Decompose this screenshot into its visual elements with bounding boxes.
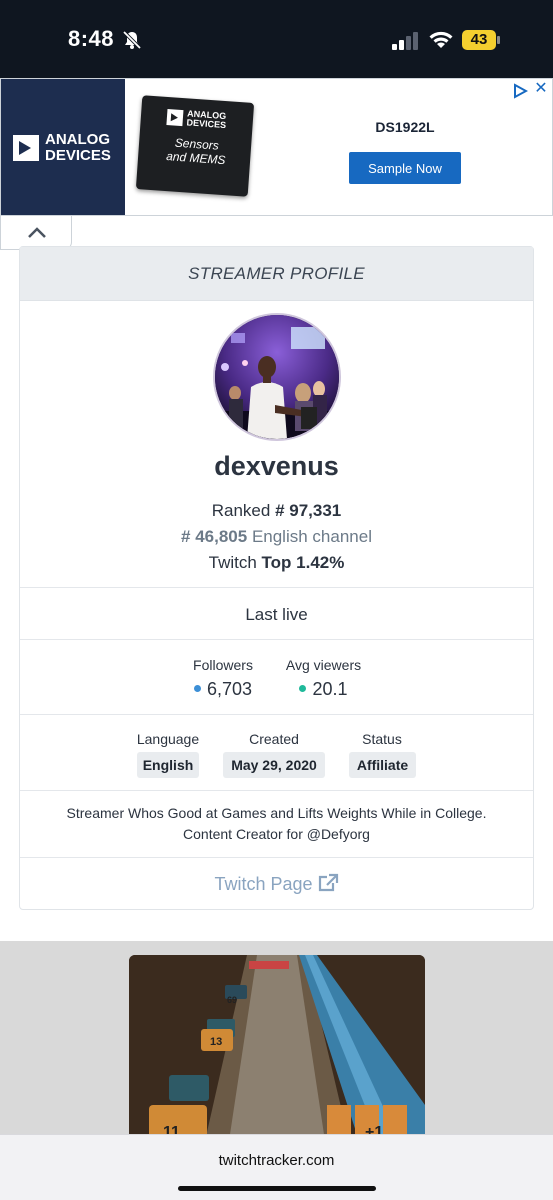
bio-line-1: Streamer Whos Good at Games and Lifts We… (66, 805, 487, 821)
cellular-signal-icon (392, 32, 418, 50)
twitch-top-value: Top 1.42% (261, 553, 345, 572)
home-indicator[interactable] (178, 1186, 376, 1191)
chip-tagline: Sensors and MEMS (165, 135, 227, 168)
status-time: 8:48 (68, 26, 115, 51)
divider (20, 714, 533, 715)
ad-brand-logo-text: ANALOG DEVICES (45, 132, 111, 164)
divider (20, 639, 533, 640)
avg-viewers-value: 20.1 (312, 679, 348, 699)
ad-chip-image: ANALOG DEVICES Sensors and MEMS (135, 95, 255, 197)
chip-tagline-line2: and MEMS (165, 149, 226, 168)
ad-banner[interactable]: ANALOG DEVICES ANALOG DEVICES Sensors an… (0, 78, 553, 216)
last-live: Last live (245, 605, 308, 624)
created-badge: May 29, 2020 (223, 752, 325, 778)
ad-brand-line2: DEVICES (45, 147, 111, 164)
streamer-username: dexvenus (214, 451, 339, 481)
ad-close-icon[interactable]: ✕ (533, 81, 549, 97)
status-label: Status (362, 731, 402, 747)
status-bar: 8:48 43 (0, 0, 553, 78)
twitch-page-link[interactable]: Twitch Page (20, 874, 533, 895)
chevron-up-icon (28, 227, 46, 238)
game-ad-video[interactable]: 69 13 11 +1 (129, 955, 425, 1141)
twitch-top-label: Twitch (208, 553, 257, 572)
ranked-value: # 97,331 (275, 501, 342, 520)
ranked-label: Ranked (211, 501, 271, 520)
card-header-title: STREAMER PROFILE (188, 264, 365, 283)
streamer-profile-card: STREAMER PROFILE dexvenus Ranked # 97,33… (19, 246, 534, 910)
language-label: Language (136, 731, 200, 747)
avatar (213, 313, 341, 441)
url-text[interactable]: twitchtracker.com (0, 1152, 553, 1169)
followers-stat: 6,703 (180, 679, 266, 700)
lower-ad-area: 69 13 11 +1 (0, 941, 553, 1141)
overall-rank: Ranked # 97,331 (20, 501, 533, 521)
game-number-1: 69 (227, 995, 237, 1005)
language-rank-value: # 46,805 (181, 527, 248, 546)
browser-address-bar[interactable]: twitchtracker.com (0, 1134, 553, 1200)
game-ad-scene: 69 13 11 +1 (129, 955, 425, 1141)
sample-now-button[interactable]: Sample Now (349, 152, 461, 184)
language-badge: English (137, 752, 199, 778)
followers-value: 6,703 (206, 679, 253, 699)
ad-brand-line1: ANALOG (45, 131, 110, 148)
silent-mode-icon (122, 30, 142, 50)
divider (20, 857, 533, 858)
status-badge: Affiliate (349, 752, 416, 778)
divider (20, 790, 533, 791)
ad-logo-panel: ANALOG DEVICES (1, 79, 125, 215)
followers-label: Followers (193, 657, 253, 673)
wifi-icon (429, 31, 453, 48)
language-rank: # 46,805 English channel (20, 527, 533, 547)
game-number-2: 13 (210, 1036, 222, 1048)
battery-indicator: 43 (462, 30, 502, 50)
streamer-bio: Streamer Whos Good at Games and Lifts We… (40, 803, 513, 845)
ad-collapse-button[interactable] (0, 216, 72, 250)
created-label: Created (249, 731, 299, 747)
adchoices-icon[interactable] (512, 83, 528, 99)
chip-brand-line2: DEVICES (186, 117, 227, 131)
divider (20, 587, 533, 588)
bio-line-2: Content Creator for @Defyorg (183, 826, 370, 842)
language-rank-label: English channel (251, 527, 372, 546)
avatar-photo (215, 315, 339, 439)
external-link-icon (318, 874, 338, 892)
avg-viewers-dot-icon (299, 684, 307, 692)
chip-logo-icon (166, 108, 184, 127)
chip-brand: ANALOG DEVICES (186, 108, 227, 131)
avg-viewers-stat: 20.1 (276, 679, 371, 700)
ad-product-name: DS1922L (375, 119, 435, 135)
battery-level: 43 (470, 31, 488, 48)
twitch-page-label[interactable]: Twitch Page (214, 874, 312, 894)
card-header: STREAMER PROFILE (20, 247, 533, 301)
twitch-top-percent: Twitch Top 1.42% (20, 553, 533, 573)
avg-viewers-label: Avg viewers (285, 657, 362, 673)
analog-devices-logo-icon (13, 135, 39, 161)
followers-dot-icon (193, 684, 201, 692)
